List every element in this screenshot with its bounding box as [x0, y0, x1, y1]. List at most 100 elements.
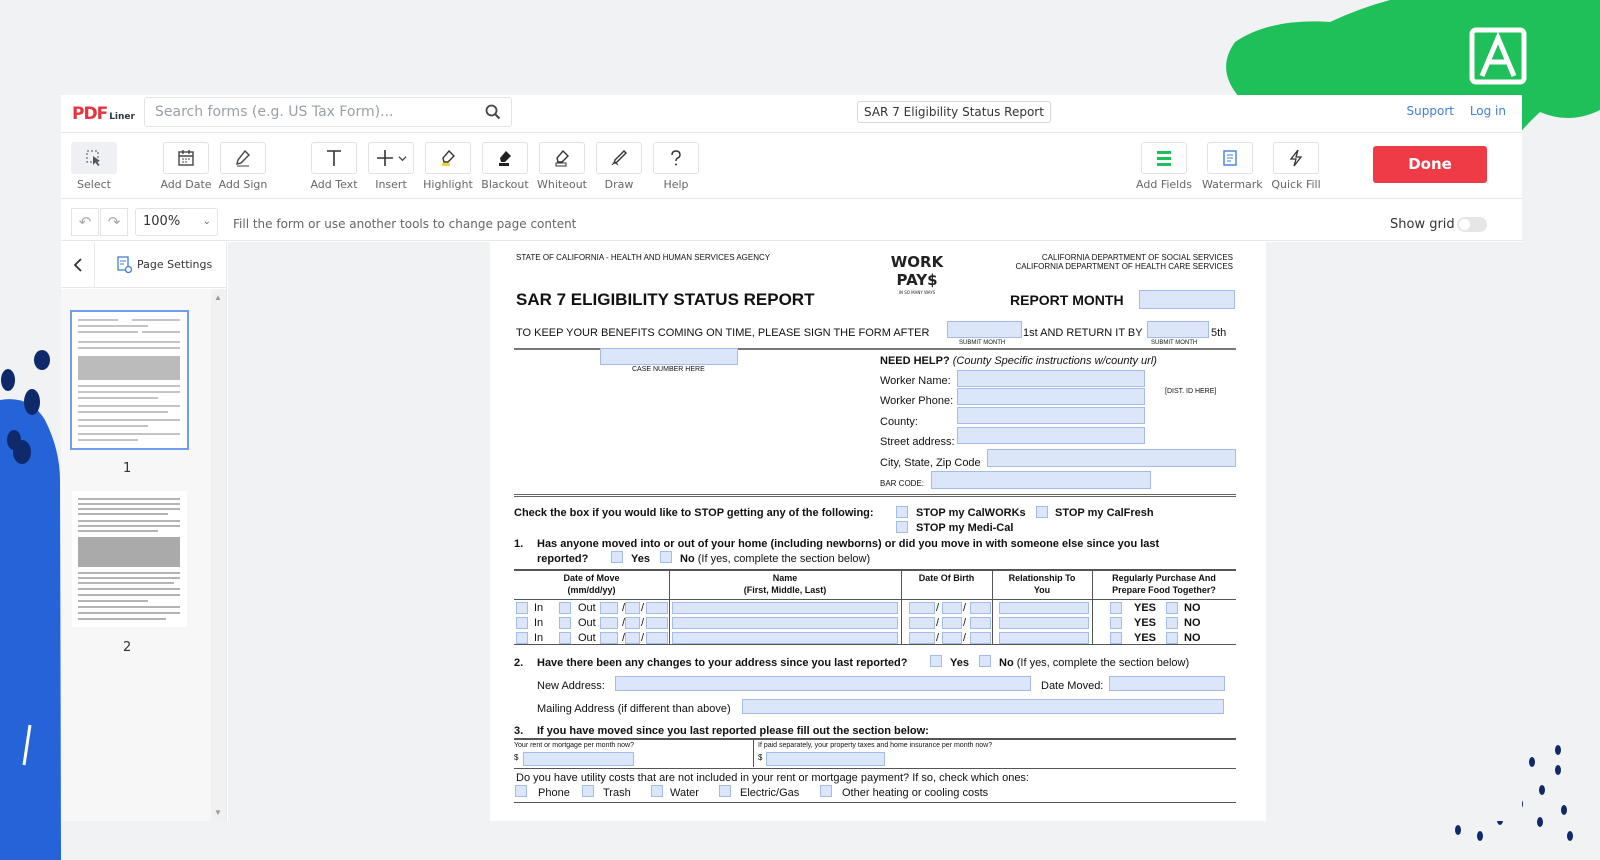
add-sign-tool[interactable]: Add Sign: [215, 142, 271, 191]
worker-name-field[interactable]: [957, 370, 1145, 387]
dob-month-field[interactable]: [909, 632, 935, 644]
whiteout-tool[interactable]: Whiteout: [534, 142, 590, 191]
submit-month-field-2[interactable]: [1147, 321, 1209, 338]
dob-year-field[interactable]: [970, 632, 991, 644]
highlight-tool[interactable]: Highlight: [420, 142, 476, 191]
quick-fill-tool[interactable]: Quick Fill: [1268, 142, 1324, 191]
dob-day-field[interactable]: [942, 602, 962, 614]
name-field[interactable]: [672, 632, 898, 644]
food-yes-checkbox[interactable]: [1110, 602, 1122, 614]
pdfliner-logo[interactable]: PDF Liner: [72, 104, 135, 124]
move-year-field[interactable]: [646, 632, 668, 644]
electric-checkbox[interactable]: [719, 785, 731, 797]
stop-calfresh-checkbox[interactable]: [1036, 506, 1048, 518]
move-day-field[interactable]: [625, 602, 640, 614]
redo-button[interactable]: ↷: [100, 208, 128, 236]
in-checkbox[interactable]: [516, 617, 528, 629]
relationship-field[interactable]: [999, 617, 1089, 629]
phone-checkbox[interactable]: [515, 785, 527, 797]
scroll-up-icon[interactable]: ▲: [214, 293, 222, 302]
move-month-field[interactable]: [600, 602, 618, 614]
relationship-field[interactable]: [999, 602, 1089, 614]
move-month-field[interactable]: [600, 617, 618, 629]
whiteout-brush-icon: [555, 149, 569, 167]
food-no-checkbox[interactable]: [1166, 632, 1178, 644]
search-input[interactable]: [155, 104, 485, 120]
add-text-tool[interactable]: Add Text: [306, 142, 362, 191]
q1-no-checkbox[interactable]: [660, 551, 672, 563]
food-no-checkbox[interactable]: [1166, 617, 1178, 629]
food-yes-checkbox[interactable]: [1110, 632, 1122, 644]
dob-month-field[interactable]: [909, 617, 935, 629]
insert-tool[interactable]: Insert: [363, 142, 419, 191]
in-checkbox[interactable]: [516, 602, 528, 614]
in-checkbox[interactable]: [516, 632, 528, 644]
show-grid-toggle[interactable]: [1457, 217, 1487, 232]
street-field[interactable]: [957, 427, 1145, 444]
page-thumbnail-1[interactable]: [70, 310, 189, 450]
dob-year-field[interactable]: [970, 602, 991, 614]
food-no-checkbox[interactable]: [1166, 602, 1178, 614]
select-tool[interactable]: Select: [66, 142, 122, 191]
add-fields-tool[interactable]: Add Fields: [1136, 142, 1192, 191]
taxes-field[interactable]: [766, 752, 885, 766]
out-checkbox[interactable]: [559, 602, 571, 614]
fields-icon: [1157, 151, 1171, 166]
city-label: City, State, Zip Code: [880, 457, 981, 469]
q2-yes-checkbox[interactable]: [930, 655, 942, 667]
food-yes-checkbox[interactable]: [1110, 617, 1122, 629]
watermark-tool[interactable]: Watermark: [1202, 142, 1263, 191]
move-year-field[interactable]: [646, 602, 668, 614]
help-tool[interactable]: Help: [648, 142, 704, 191]
collapse-sidebar-button[interactable]: [61, 241, 95, 288]
dob-day-field[interactable]: [942, 632, 962, 644]
move-month-field[interactable]: [600, 632, 618, 644]
undo-button[interactable]: ↶: [71, 208, 99, 236]
page-thumbnail-2[interactable]: [72, 491, 187, 627]
out-checkbox[interactable]: [559, 617, 571, 629]
report-month-field[interactable]: [1139, 290, 1235, 309]
login-link[interactable]: Log in: [1470, 104, 1506, 118]
zoom-select[interactable]: 100% ⌄: [135, 208, 218, 236]
trash-checkbox[interactable]: [582, 785, 594, 797]
dob-day-field[interactable]: [942, 617, 962, 629]
support-link[interactable]: Support: [1407, 104, 1454, 118]
dob-year-field[interactable]: [970, 617, 991, 629]
q1-yes-checkbox[interactable]: [611, 551, 623, 563]
scroll-down-icon[interactable]: ▼: [214, 808, 222, 817]
dob-month-field[interactable]: [909, 602, 935, 614]
top-bar: PDFLiner SAR 7 Eligibility Status Report…: [61, 95, 1522, 133]
rent-field[interactable]: [523, 752, 634, 766]
move-year-field[interactable]: [646, 617, 668, 629]
heating-checkbox[interactable]: [820, 785, 832, 797]
water-checkbox[interactable]: [651, 785, 663, 797]
stop-medical-checkbox[interactable]: [896, 521, 908, 533]
worker-phone-field[interactable]: [957, 388, 1145, 405]
blackout-brush-icon: [499, 151, 511, 166]
name-field[interactable]: [672, 602, 898, 614]
mailing-address-field[interactable]: [742, 699, 1224, 714]
city-field[interactable]: [987, 449, 1236, 467]
relationship-field[interactable]: [999, 632, 1089, 644]
out-checkbox[interactable]: [559, 632, 571, 644]
date-moved-field[interactable]: [1109, 676, 1225, 691]
move-day-field[interactable]: [625, 632, 640, 644]
new-address-field[interactable]: [615, 676, 1031, 691]
county-field[interactable]: [957, 407, 1145, 424]
add-date-tool[interactable]: Add Date: [158, 142, 214, 191]
page-settings-label: Page Settings: [137, 258, 213, 271]
thumbnail-scrollbar[interactable]: ▲ ▼: [211, 289, 226, 821]
stop-calworks-checkbox[interactable]: [896, 506, 908, 518]
q2-no-checkbox[interactable]: [979, 655, 991, 667]
draw-tool[interactable]: Draw: [591, 142, 647, 191]
name-field[interactable]: [672, 617, 898, 629]
bar-code-field[interactable]: [931, 471, 1151, 489]
blackout-tool[interactable]: Blackout: [477, 142, 533, 191]
search-icon[interactable]: [485, 104, 501, 120]
case-number-field[interactable]: [600, 348, 738, 365]
date-moved-label: Date Moved:: [1041, 680, 1104, 692]
done-button[interactable]: Done: [1373, 146, 1487, 183]
move-day-field[interactable]: [625, 617, 640, 629]
page-settings-button[interactable]: Page Settings: [117, 255, 213, 274]
submit-month-field-1[interactable]: [947, 321, 1022, 338]
